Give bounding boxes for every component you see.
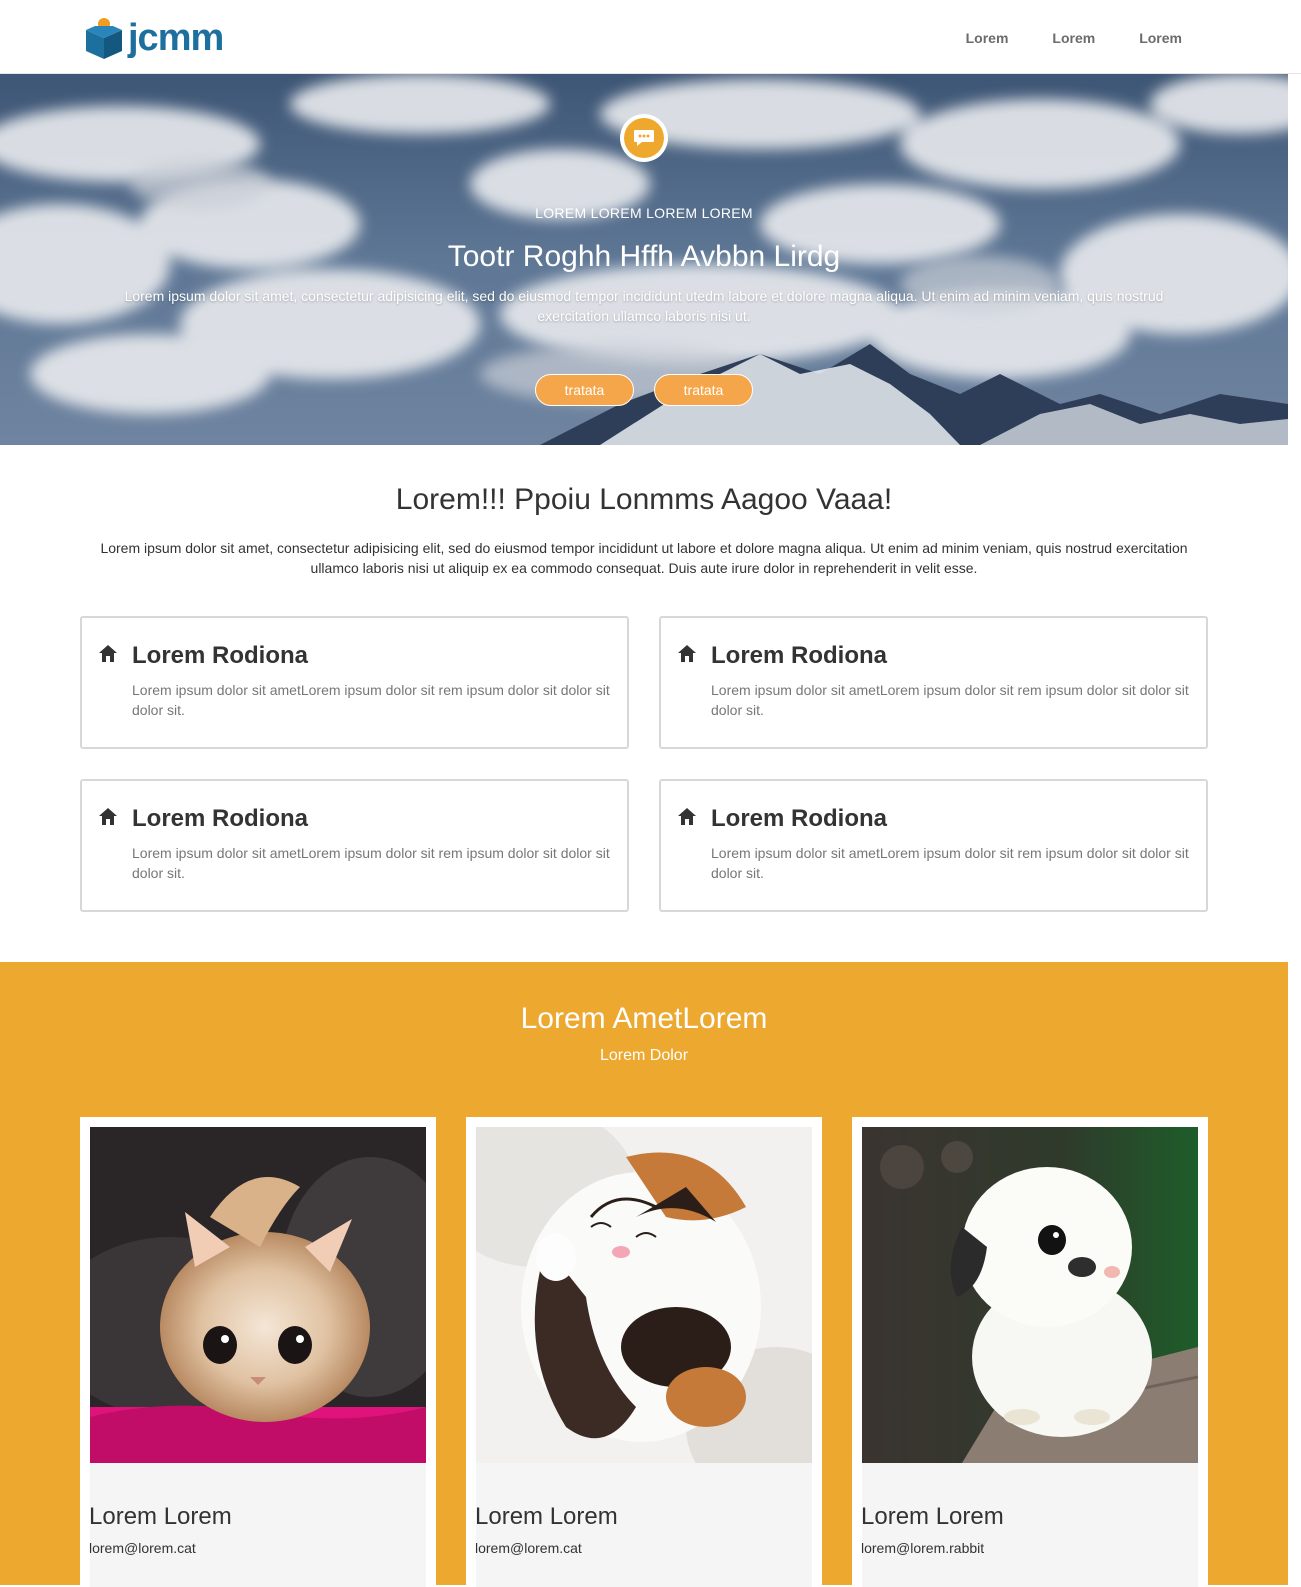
logo-text: jcmm <box>128 17 224 59</box>
feature-title: Lorem Rodiona <box>132 642 309 669</box>
intro-title: Lorem!!! Ppoiu Lonmms Aagoo Vaaa! <box>395 483 893 516</box>
member-name: Lorem Lorem <box>861 1503 1004 1530</box>
feature-text: Lorem ipsum dolor sit ametLorem ipsum do… <box>711 682 1189 718</box>
feature-text: Lorem ipsum dolor sit ametLorem ipsum do… <box>711 845 1189 881</box>
kitten-photo <box>90 1127 426 1463</box>
hero-text: Lorem ipsum dolor sit amet, consectetur … <box>124 288 1164 324</box>
member-email[interactable]: lorem@lorem.cat <box>89 1540 196 1556</box>
hero-content: LOREM LOREM LOREM LOREM Tootr Roghh Hffh… <box>0 74 1288 445</box>
hero-title: Tootr Roghh Hffh Avbbn Lirdg <box>447 240 841 273</box>
feature-card: Lorem Rodiona Lorem ipsum dolor sit amet… <box>659 779 1208 912</box>
team-subtitle: Lorem Dolor <box>599 1047 689 1064</box>
feature-card: Lorem Rodiona Lorem ipsum dolor sit amet… <box>659 616 1208 749</box>
site-header: jcmm Lorem Lorem Lorem <box>0 0 1301 74</box>
feature-title: Lorem Rodiona <box>711 805 888 832</box>
bunny-photo <box>862 1127 1198 1463</box>
home-icon <box>678 645 696 662</box>
main-nav: Lorem Lorem Lorem <box>941 30 1201 46</box>
home-icon <box>99 645 117 662</box>
nav-link-2[interactable]: Lorem <box>1033 30 1114 46</box>
feature-title: Lorem Rodiona <box>711 642 888 669</box>
feature-card: Lorem Rodiona Lorem ipsum dolor sit amet… <box>80 779 629 912</box>
feature-text: Lorem ipsum dolor sit ametLorem ipsum do… <box>132 845 610 881</box>
feature-text: Lorem ipsum dolor sit ametLorem ipsum do… <box>132 682 610 718</box>
intro-text: Lorem ipsum dolor sit amet, consectetur … <box>100 540 1188 576</box>
hero-section: LOREM LOREM LOREM LOREM Tootr Roghh Hffh… <box>0 74 1288 445</box>
feature-card: Lorem Rodiona Lorem ipsum dolor sit amet… <box>80 616 629 749</box>
chat-badge <box>620 114 668 162</box>
team-card: Lorem Lorem lorem@lorem.rabbit <box>852 1117 1208 1587</box>
nav-link-3[interactable]: Lorem <box>1120 30 1201 46</box>
feature-title: Lorem Rodiona <box>132 805 309 832</box>
home-icon <box>99 808 117 825</box>
team-section: Lorem AmetLorem Lorem Dolor Lorem Lorem … <box>0 962 1288 1587</box>
team-card: Lorem Lorem lorem@lorem.cat <box>466 1117 822 1587</box>
member-name: Lorem Lorem <box>89 1503 232 1530</box>
chat-bubble-icon <box>634 130 654 146</box>
hero-button-1[interactable]: tratata <box>535 374 634 406</box>
logo[interactable]: jcmm <box>84 16 224 60</box>
member-name: Lorem Lorem <box>475 1503 618 1530</box>
logo-cube-icon <box>86 18 122 59</box>
hero-kicker: LOREM LOREM LOREM LOREM <box>535 205 753 221</box>
home-icon <box>678 808 696 825</box>
sleeping-kitten-photo <box>476 1127 812 1463</box>
hero-button-2[interactable]: tratata <box>654 374 753 406</box>
team-title: Lorem AmetLorem <box>520 1002 768 1035</box>
nav-link-1[interactable]: Lorem <box>947 30 1028 46</box>
member-email[interactable]: lorem@lorem.rabbit <box>861 1540 984 1556</box>
team-card: Lorem Lorem lorem@lorem.cat <box>80 1117 436 1587</box>
member-email[interactable]: lorem@lorem.cat <box>475 1540 582 1556</box>
